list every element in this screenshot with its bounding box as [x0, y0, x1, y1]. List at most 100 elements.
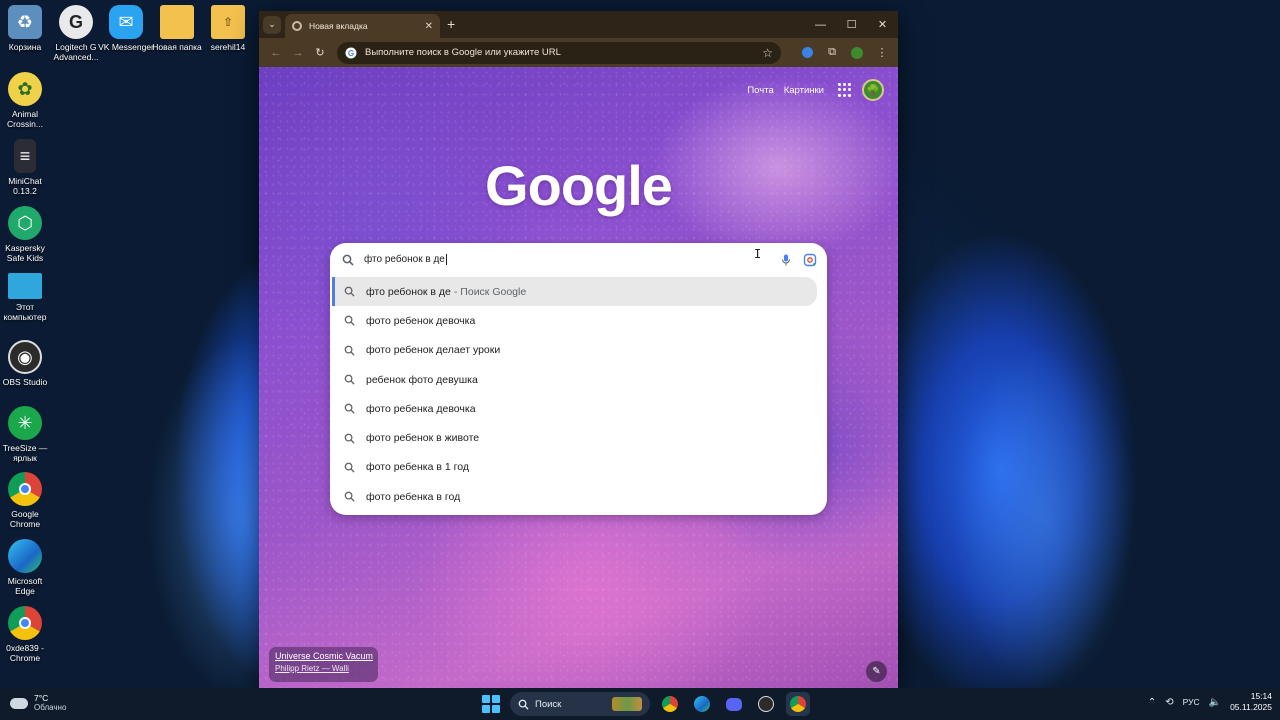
google-logo: Google: [485, 154, 673, 217]
weather-widget[interactable]: 7°C Облачно: [10, 693, 66, 713]
suggestion-item[interactable]: фото ребенок делает уроки: [332, 336, 817, 365]
tab-bar: ⌄ Новая вкладка ✕ + — ☐ ✕: [259, 11, 898, 38]
edge-icon: [8, 539, 42, 573]
desktop-icon-recycle-bin[interactable]: ♻ Корзина: [0, 5, 53, 52]
microphone-icon[interactable]: [779, 253, 793, 267]
desktop-icon-new-folder[interactable]: Новая папка: [149, 5, 205, 52]
tab-close-icon[interactable]: ✕: [425, 21, 433, 32]
desktop-icon-this-computer[interactable]: Этот компьютер: [0, 273, 53, 322]
taskbar-chrome-profile-icon[interactable]: [786, 692, 810, 716]
taskbar-chrome-icon[interactable]: [658, 692, 682, 716]
desktop-icon-obs[interactable]: ◉ OBS Studio: [0, 340, 53, 387]
search-input[interactable]: фто ребонок в де: [330, 243, 827, 276]
search-icon: [344, 433, 355, 444]
bookmark-star-icon[interactable]: ☆: [762, 46, 773, 60]
cloud-icon: [10, 697, 28, 709]
profile-avatar-icon[interactable]: [847, 43, 867, 63]
language-indicator[interactable]: РУС: [1183, 697, 1200, 707]
background-credit[interactable]: Universe Cosmic Vacum Philipp Rietz — Wa…: [269, 647, 378, 682]
taskbar-apps: Поиск: [480, 692, 810, 716]
suggestion-item[interactable]: фото ребенка в год: [332, 482, 817, 511]
extension-translate-icon[interactable]: [797, 43, 817, 63]
forward-arrow-icon[interactable]: →: [287, 42, 309, 64]
search-icon: [518, 699, 529, 710]
taskbar-search[interactable]: Поиск: [510, 692, 650, 716]
suggestion-item[interactable]: фто ребонок в де - Поиск Google: [332, 277, 817, 307]
chevron-up-icon[interactable]: ⌃: [1148, 697, 1156, 708]
suggestion-item[interactable]: фото ребенок девочка: [332, 306, 817, 335]
search-highlight-art: [612, 697, 642, 711]
search-icon: [344, 286, 355, 297]
gmail-link[interactable]: Почта: [747, 85, 773, 96]
back-arrow-icon[interactable]: ←: [265, 42, 287, 64]
text-cursor-icon: I: [754, 247, 762, 261]
taskbar-obs-icon[interactable]: [754, 692, 778, 716]
suggestion-item[interactable]: фото ребенка в 1 год: [332, 453, 817, 482]
desktop-icon-kaspersky[interactable]: ⬡ Kaspersky Safe Kids: [0, 206, 53, 263]
chevron-down-icon: ⌄: [268, 19, 276, 29]
close-window-icon[interactable]: ✕: [867, 11, 898, 38]
clock-time: 15:14: [1250, 691, 1272, 701]
taskbar-discord-icon[interactable]: [722, 692, 746, 716]
desktop-icon-logitech[interactable]: G Logitech G Advanced...: [48, 5, 104, 62]
computer-icon: [8, 273, 42, 299]
address-bar[interactable]: G Выполните поиск в Google или укажите U…: [337, 41, 781, 64]
taskbar-search-label: Поиск: [535, 698, 562, 710]
kaspersky-icon: ⬡: [8, 206, 42, 240]
windows-start-icon[interactable]: [480, 693, 502, 715]
recycle-bin-icon: ♻: [8, 5, 42, 39]
volume-icon[interactable]: 🔈: [1209, 697, 1221, 708]
desktop-icon-serehil14[interactable]: ⇧ serehil14: [200, 5, 256, 52]
logitech-g-icon: G: [59, 5, 93, 39]
window-controls: — ☐ ✕: [805, 11, 898, 38]
search-icon: [344, 462, 355, 473]
folder-icon: [160, 5, 194, 39]
desktop-icon-treesize[interactable]: ✳ TreeSize — ярлык: [0, 406, 53, 463]
kebab-menu-icon[interactable]: ⋮: [872, 43, 892, 63]
desktop-icon-minichat[interactable]: ≡ MiniChat 0.13.2: [0, 139, 53, 196]
customize-pencil-icon[interactable]: ✎: [866, 661, 887, 682]
desktop-icon-google-chrome[interactable]: Google Chrome: [0, 472, 53, 529]
search-icon: [342, 254, 354, 266]
tab-title: Новая вкладка: [309, 21, 368, 31]
taskbar-edge-icon[interactable]: [690, 692, 714, 716]
reload-icon[interactable]: ↻: [309, 42, 331, 64]
search-icon: [344, 316, 355, 327]
new-tab-plus-icon[interactable]: +: [447, 16, 455, 32]
clock-date: 05.11.2025: [1230, 702, 1272, 712]
google-g-icon: G: [345, 47, 357, 58]
background-author-link[interactable]: Philipp Rietz — Walli: [275, 664, 372, 673]
obs-icon: ◉: [8, 340, 42, 374]
google-lens-icon[interactable]: [803, 253, 817, 267]
clock[interactable]: 15:14 05.11.2025: [1230, 691, 1272, 713]
minimize-icon[interactable]: —: [805, 11, 836, 38]
search-icon: [344, 491, 355, 502]
apps-grid-icon[interactable]: [838, 83, 852, 97]
extensions-puzzle-icon[interactable]: ⧉: [822, 43, 842, 63]
weather-temperature: 7°C: [34, 693, 49, 703]
vk-messenger-icon: ✉: [109, 5, 143, 39]
background-title-link[interactable]: Universe Cosmic Vacum: [275, 651, 373, 661]
sync-icon[interactable]: ⟲: [1165, 697, 1173, 708]
desktop-icon-chrome-profile[interactable]: 0xde839 - Chrome: [0, 606, 53, 663]
tab-search-button[interactable]: ⌄: [263, 15, 281, 34]
maximize-icon[interactable]: ☐: [836, 11, 867, 38]
suggestion-item[interactable]: ребенок фото девушка: [332, 365, 817, 394]
chrome-favicon-icon: [292, 21, 302, 31]
suggestion-item[interactable]: фото ребенка девочка: [332, 394, 817, 423]
desktop-icon-microsoft-edge[interactable]: Microsoft Edge: [0, 539, 53, 596]
search-query: фто ребонок в де: [364, 253, 447, 266]
search-icon: [344, 345, 355, 356]
animal-crossing-icon: ✿: [8, 72, 42, 106]
account-avatar[interactable]: 🌳: [862, 79, 884, 101]
folder-zip-icon: ⇧: [211, 5, 245, 39]
svg-text:G: G: [348, 49, 354, 58]
desktop-icon-animal-crossing[interactable]: ✿ Animal Crossin...: [0, 72, 53, 129]
tab-new-tab[interactable]: Новая вкладка ✕: [285, 14, 440, 38]
suggestion-item[interactable]: фото ребенок в животе: [332, 423, 817, 452]
search-icon: [344, 374, 355, 385]
browser-toolbar: ← → ↻ G Выполните поиск в Google или ука…: [259, 38, 898, 67]
desktop-icon-vk-messenger[interactable]: ✉ VK Messenger: [98, 5, 154, 52]
images-link[interactable]: Картинки: [784, 85, 824, 96]
taskbar: 7°C Облачно Поиск ⌃ ⟲ РУС 🔈 15:14 05.11.…: [0, 688, 1280, 720]
